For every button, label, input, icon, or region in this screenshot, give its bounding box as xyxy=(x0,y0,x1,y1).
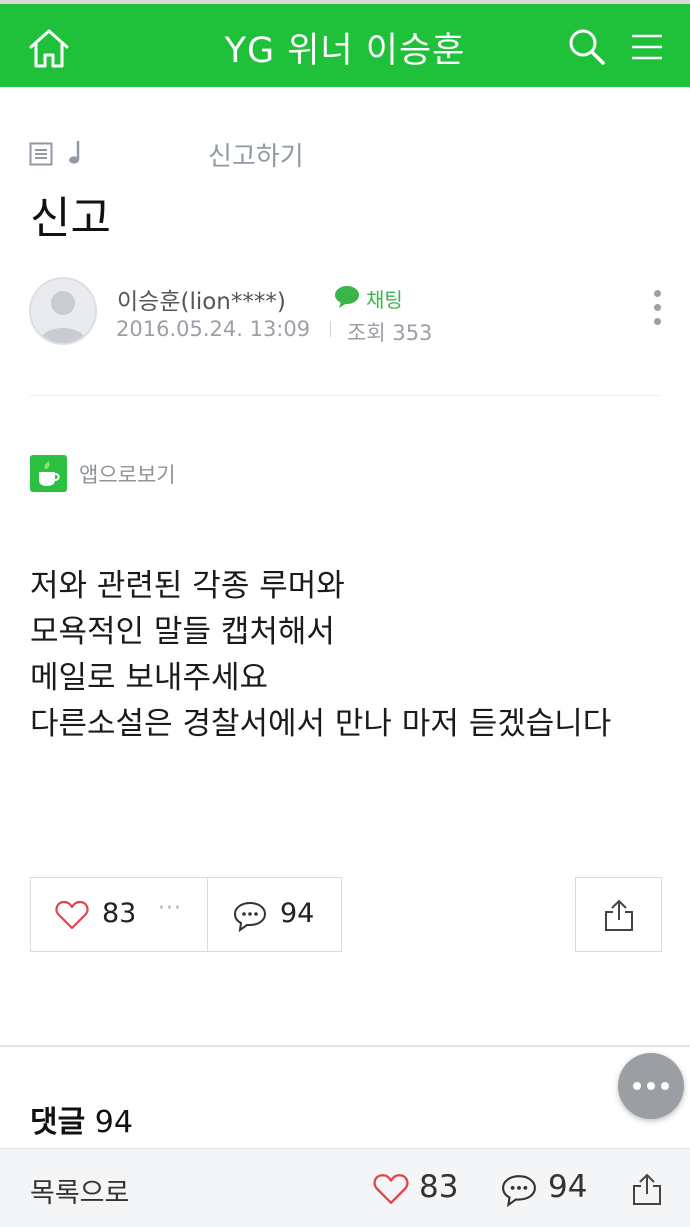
comment-icon xyxy=(233,901,267,932)
bottom-like-count[interactable]: 83 xyxy=(419,1169,458,1205)
liked-users-more[interactable]: ··· xyxy=(158,896,182,921)
open-in-app-link[interactable]: 앱으로보기 xyxy=(79,459,176,489)
post-date: 2016.05.24. 13:09 xyxy=(116,317,311,341)
comment-count: 94 xyxy=(280,898,315,929)
list-icon xyxy=(29,142,53,166)
board-name-link[interactable]: 신고하기 xyxy=(208,136,304,173)
back-to-list-button[interactable]: 목록으로 xyxy=(30,1171,129,1210)
view-count: 조회 353 xyxy=(347,317,432,347)
search-icon[interactable] xyxy=(568,28,606,66)
like-count: 83 xyxy=(102,898,137,929)
post-body: 저와 관련된 각종 루머와 모욕적인 말들 캡처해서 메일로 보내주세요 다른소… xyxy=(30,563,611,747)
bottom-comment-count[interactable]: 94 xyxy=(548,1169,587,1205)
share-icon xyxy=(605,899,633,931)
post-title: 신고 xyxy=(30,193,111,244)
post-body-line: 저와 관련된 각종 루머와 xyxy=(30,568,345,604)
comment-button[interactable]: 94 xyxy=(207,877,342,952)
more-vert-icon[interactable] xyxy=(651,290,663,332)
share-icon[interactable] xyxy=(631,1171,663,1207)
divider xyxy=(30,395,660,396)
share-button[interactable] xyxy=(575,877,662,952)
section-divider xyxy=(0,1045,690,1047)
comment-icon[interactable] xyxy=(501,1173,537,1207)
meta-divider xyxy=(330,321,331,337)
app-icon[interactable] xyxy=(30,455,67,492)
top-app-bar: YG 위너 이승훈 xyxy=(0,0,690,87)
heart-icon xyxy=(55,900,89,930)
post-body-line: 모욕적인 말들 캡처해서 xyxy=(30,614,335,650)
chat-icon[interactable] xyxy=(334,285,360,309)
comments-label: 댓글 xyxy=(30,1105,86,1140)
comments-heading: 댓글 94 xyxy=(30,1097,133,1141)
chat-label[interactable]: 채팅 xyxy=(366,284,403,313)
post-body-line: 메일로 보내주세요 xyxy=(30,660,269,696)
more-horiz-icon[interactable] xyxy=(618,1053,684,1119)
view-count-value: 353 xyxy=(392,321,433,345)
view-count-label: 조회 xyxy=(347,321,386,345)
author-name[interactable]: 이승훈(lion****) xyxy=(117,282,286,316)
music-note-icon xyxy=(69,141,80,164)
comments-count: 94 xyxy=(94,1105,133,1140)
post-body-line: 다른소설은 경찰서에서 만나 마저 듣겠습니다 xyxy=(30,706,612,742)
profile-placeholder-icon xyxy=(39,291,87,343)
bottom-bar: 목록으로 83 94 xyxy=(0,1148,690,1227)
menu-icon[interactable] xyxy=(630,30,664,64)
avatar[interactable] xyxy=(29,277,97,345)
like-button[interactable]: 83 ··· xyxy=(30,877,208,952)
heart-icon[interactable] xyxy=(373,1173,409,1205)
